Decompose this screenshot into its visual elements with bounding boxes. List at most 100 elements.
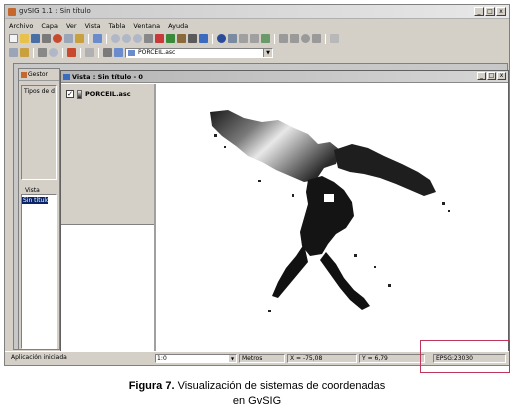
menu-vista[interactable]: Vista: [85, 22, 101, 30]
minimize-button[interactable]: _: [477, 72, 486, 80]
y-coordinate-field: Y = 6,79: [359, 354, 425, 363]
minimize-button[interactable]: _: [474, 7, 484, 16]
pencil-icon[interactable]: [75, 34, 84, 43]
raster-layer-render: [210, 110, 450, 312]
magnifier-icon[interactable]: [49, 48, 58, 57]
toolbar-separator: [274, 33, 275, 44]
raster-tools-icon[interactable]: [103, 48, 112, 57]
view-window[interactable]: Vista : Sin título - 0 _ □ x ✓ PORCEIL.a…: [60, 70, 509, 352]
reservoir-lower-left-arm: [272, 244, 308, 298]
window-controls: _ □ x: [474, 7, 506, 16]
print-icon[interactable]: [42, 34, 51, 43]
units-value: Metros: [242, 355, 263, 362]
layer-icon[interactable]: [93, 34, 102, 43]
figure-caption: Figura 7. Visualización de sistemas de c…: [0, 379, 514, 409]
list-item[interactable]: Sin título: [22, 197, 48, 204]
table-icon[interactable]: [228, 34, 237, 43]
x-coordinate-field: X = -75,08: [287, 354, 357, 363]
layer-visibility-checkbox[interactable]: ✓: [66, 90, 74, 98]
scale-value[interactable]: 0: [163, 355, 167, 362]
information-icon[interactable]: [217, 34, 226, 43]
view-icon: [63, 74, 70, 80]
scale-combobox[interactable]: 1: 0 ▼: [155, 354, 237, 363]
save-icon[interactable]: [31, 34, 40, 43]
zoom-extent-icon[interactable]: [133, 34, 142, 43]
island: [324, 194, 334, 202]
main-toolbar: [5, 32, 509, 45]
menu-ventana[interactable]: Ventana: [133, 22, 160, 30]
gvsig-logo-icon: [21, 72, 27, 78]
hand-icon[interactable]: [177, 34, 186, 43]
project-manager-window[interactable]: Gestor Tipos de d Vista Sin título: [18, 68, 60, 350]
chevron-down-icon[interactable]: ▼: [229, 355, 236, 362]
raster-file-icon: [128, 49, 135, 56]
documents-group-label: Vista: [25, 187, 40, 194]
gvsig-logo-icon: [8, 8, 16, 16]
caption-line-1: Figura 7. Visualización de sistemas de c…: [0, 379, 514, 394]
toolbar-separator: [80, 47, 81, 58]
menu-ayuda[interactable]: Ayuda: [168, 22, 188, 30]
table-of-contents: ✓ PORCEIL.asc: [61, 84, 156, 352]
toolbar-separator: [98, 47, 99, 58]
status-message: Aplicación iniciada: [11, 354, 67, 361]
toolbar-separator: [88, 33, 89, 44]
grid-icon[interactable]: [85, 48, 94, 57]
layout-icon[interactable]: [67, 48, 76, 57]
scale-prefix: 1:: [157, 355, 163, 362]
toolbar-separator: [62, 47, 63, 58]
documents-list: Sin título: [21, 194, 57, 349]
print-preview-icon[interactable]: [38, 48, 47, 57]
caption-text-1: Visualización de sistemas de coordenadas: [177, 380, 386, 392]
zoom-out-icon[interactable]: [122, 34, 131, 43]
pan-icon[interactable]: [166, 34, 175, 43]
select-icon[interactable]: [188, 34, 197, 43]
settings-icon[interactable]: [330, 34, 339, 43]
reservoir-upper-arm: [210, 110, 340, 182]
maximize-button[interactable]: □: [485, 7, 495, 16]
menu-archivo[interactable]: Archivo: [9, 22, 33, 30]
menu-bar: Archivo Capa Ver Vista Tabla Ventana Ayu…: [5, 20, 509, 31]
info-icon[interactable]: [199, 34, 208, 43]
x-coordinate-value: X = -75,08: [290, 355, 323, 362]
locator-icon[interactable]: [301, 34, 310, 43]
reservoir-central-body: [300, 176, 354, 256]
edit-icon[interactable]: [279, 34, 288, 43]
zoom-window-icon[interactable]: [64, 34, 73, 43]
close-button[interactable]: x: [497, 72, 506, 80]
export-icon[interactable]: [312, 34, 321, 43]
chevron-down-icon[interactable]: ▼: [263, 48, 272, 57]
symbology-icon[interactable]: [290, 34, 299, 43]
menu-ver[interactable]: Ver: [66, 22, 77, 30]
close-button[interactable]: x: [496, 7, 506, 16]
toc-layer-item[interactable]: ✓ PORCEIL.asc: [66, 88, 131, 100]
zoom-in-icon[interactable]: [111, 34, 120, 43]
raster-legend-icon: [77, 89, 82, 99]
new-document-icon[interactable]: [9, 34, 18, 43]
tools-icon[interactable]: [20, 48, 29, 57]
measure-icon[interactable]: [239, 34, 248, 43]
view-title: Vista : Sin título - 0: [72, 73, 143, 81]
secondary-toolbar: PORCEIL.asc ▼: [5, 46, 509, 59]
menu-capa[interactable]: Capa: [41, 22, 58, 30]
map-canvas[interactable]: [158, 84, 508, 352]
zoom-layer-icon[interactable]: [144, 34, 153, 43]
view-title-bar[interactable]: Vista : Sin título - 0 _ □ x: [61, 71, 508, 83]
hyperlink-icon[interactable]: [261, 34, 270, 43]
stop-icon[interactable]: [53, 34, 62, 43]
project-manager-title-bar[interactable]: Gestor: [19, 69, 59, 81]
title-bar: gvSIG 1.1 : Sin título _ □ x: [5, 5, 509, 19]
maximize-button[interactable]: □: [487, 72, 496, 80]
open-folder-icon[interactable]: [20, 34, 29, 43]
locator-map[interactable]: [61, 224, 154, 352]
menu-tabla[interactable]: Tabla: [109, 22, 126, 30]
zoom-previous-icon[interactable]: [155, 34, 164, 43]
crs-highlight-frame: [420, 340, 510, 373]
raster-layer-icon[interactable]: [114, 48, 123, 57]
toc-layer-name: PORCEIL.asc: [85, 90, 131, 98]
area-icon[interactable]: [250, 34, 259, 43]
project-manager-title: Gestor: [28, 71, 48, 78]
figure-label: Figura 7.: [128, 380, 175, 392]
mdi-desktop: Gestor Tipos de d Vista Sin título Vista…: [13, 63, 509, 352]
new-view-icon[interactable]: [9, 48, 18, 57]
active-layer-select[interactable]: PORCEIL.asc ▼: [125, 47, 273, 58]
